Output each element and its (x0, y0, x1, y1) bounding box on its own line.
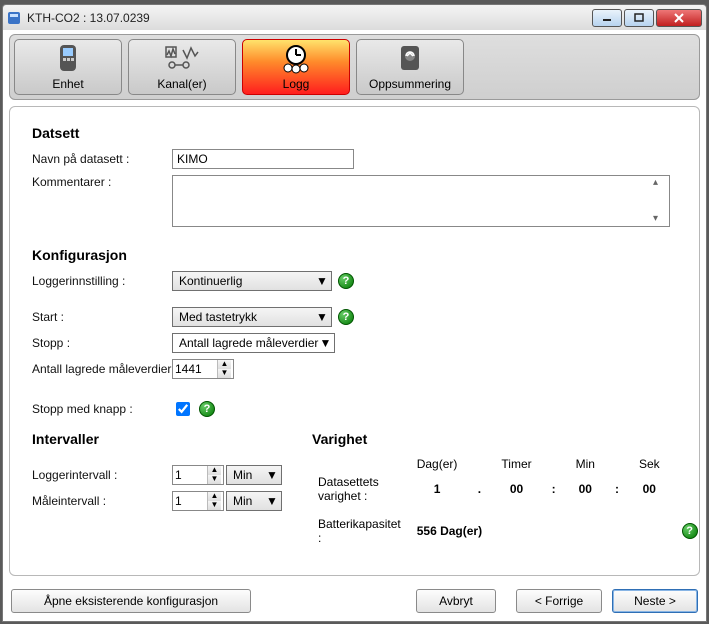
dataset-comment-label: Kommentarer : (32, 175, 172, 189)
sep: : (607, 473, 627, 505)
summary-icon (398, 43, 422, 75)
channels-icon (165, 43, 199, 75)
dataset-days: 1 (407, 473, 468, 505)
sep: : (544, 473, 564, 505)
dataset-sec: 00 (629, 473, 670, 505)
start-select[interactable]: Med tastetrykk ▼ (172, 307, 332, 327)
combo-value: Min (233, 468, 265, 482)
stop-with-button-label: Stopp med knapp : (32, 402, 172, 416)
minimize-button[interactable] (592, 9, 622, 27)
combo-value: Kontinuerlig (179, 274, 315, 288)
dataset-comment-input[interactable] (172, 175, 670, 227)
tab-label: Oppsummering (369, 77, 451, 91)
dataset-name-label: Navn på datasett : (32, 152, 172, 166)
chevron-down-icon: ▼ (315, 274, 329, 288)
meas-interval-unit-select[interactable]: Min ▼ (226, 491, 282, 511)
dataset-duration-label: Datasettets varighet : (314, 473, 405, 505)
section-intervals-title: Intervaller (32, 431, 282, 447)
title-bar: KTH-CO2 : 13.07.0239 (2, 4, 707, 30)
logger-setting-label: Loggerinnstilling : (32, 274, 172, 288)
dataset-name-input[interactable] (172, 149, 354, 169)
textarea-scroll-arrows: ▴▾ (653, 178, 667, 224)
tab-label: Enhet (52, 77, 83, 91)
chevron-down-icon: ▼ (318, 336, 332, 350)
back-button[interactable]: < Forrige (516, 589, 602, 613)
window-title: KTH-CO2 : 13.07.0239 (27, 11, 592, 25)
tab-label: Logg (283, 77, 310, 91)
hdr-days: Dag(er) (407, 457, 468, 471)
log-interval-input[interactable] (173, 466, 207, 484)
log-icon (280, 43, 312, 75)
spin-down-icon[interactable]: ▼ (208, 475, 221, 484)
tab-enhet[interactable]: Enhet (14, 39, 122, 95)
chevron-down-icon: ▼ (315, 310, 329, 324)
chevron-down-icon: ▼ (265, 468, 279, 482)
stored-count-label: Antall lagrede måleverdier (32, 362, 192, 376)
log-interval-label: Loggerintervall : (32, 468, 172, 482)
stop-select[interactable]: Antall lagrede måleverdier ▼ (172, 333, 335, 353)
meas-interval-input[interactable] (173, 492, 207, 510)
dataset-hours: 00 (491, 473, 541, 505)
stored-count-spinner[interactable]: ▲▼ (172, 359, 234, 379)
stored-count-input[interactable] (173, 360, 217, 378)
tab-label: Kanal(er) (157, 77, 206, 91)
hdr-hours: Timer (491, 457, 541, 471)
close-button[interactable] (656, 9, 702, 27)
tab-kanaler[interactable]: Kanal(er) (128, 39, 236, 95)
help-icon[interactable]: ? (338, 273, 354, 289)
chevron-down-icon: ▼ (265, 494, 279, 508)
next-button[interactable]: Neste > (612, 589, 698, 613)
cancel-button[interactable]: Avbryt (416, 589, 496, 613)
window-buttons (592, 9, 702, 27)
meas-interval-spinner[interactable]: ▲▼ (172, 491, 224, 511)
open-config-button[interactable]: Åpne eksisterende konfigurasjon (11, 589, 251, 613)
maximize-button[interactable] (624, 9, 654, 27)
start-label: Start : (32, 310, 172, 324)
section-config-title: Konfigurasjon (32, 247, 677, 263)
device-icon (57, 43, 79, 75)
comment-wrapper: ▴▾ (172, 175, 670, 227)
tab-strip: Enhet Kanal(er) Logg Oppsummering (9, 34, 700, 100)
meas-interval-label: Måleintervall : (32, 494, 172, 508)
combo-value: Med tastetrykk (179, 310, 315, 324)
log-interval-spinner[interactable]: ▲▼ (172, 465, 224, 485)
bottom-bar: Åpne eksisterende konfigurasjon Avbryt <… (11, 589, 698, 613)
battery-capacity-label: Batterikapasitet : (314, 515, 405, 547)
logger-setting-select[interactable]: Kontinuerlig ▼ (172, 271, 332, 291)
tab-logg[interactable]: Logg (242, 39, 350, 95)
combo-value: Antall lagrede måleverdier (179, 336, 318, 350)
section-duration-title: Varighet (312, 431, 704, 447)
help-icon[interactable]: ? (682, 523, 698, 539)
help-icon[interactable]: ? (199, 401, 215, 417)
columns-wrap: Intervaller Loggerintervall : ▲▼ Min ▼ M… (32, 431, 677, 549)
hdr-sec: Sek (629, 457, 670, 471)
tab-oppsummering[interactable]: Oppsummering (356, 39, 464, 95)
help-icon[interactable]: ? (338, 309, 354, 325)
spin-down-icon[interactable]: ▼ (208, 501, 221, 510)
stop-label: Stopp : (32, 336, 172, 350)
spin-down-icon[interactable]: ▼ (218, 369, 231, 378)
combo-value: Min (233, 494, 265, 508)
dataset-min: 00 (566, 473, 605, 505)
stop-with-button-checkbox[interactable] (176, 402, 190, 416)
log-interval-unit-select[interactable]: Min ▼ (226, 465, 282, 485)
section-datset-title: Datsett (32, 125, 677, 141)
app-icon (7, 11, 21, 25)
duration-table: Dag(er) Timer Min Sek Datasettets varigh… (312, 455, 704, 549)
sep: . (469, 473, 489, 505)
hdr-min: Min (566, 457, 605, 471)
main-panel: Datsett Navn på datasett : Kommentarer :… (9, 106, 700, 576)
client-area: Enhet Kanal(er) Logg Oppsummering Datset… (2, 30, 707, 622)
battery-capacity-value: 556 Dag(er) (407, 515, 670, 547)
